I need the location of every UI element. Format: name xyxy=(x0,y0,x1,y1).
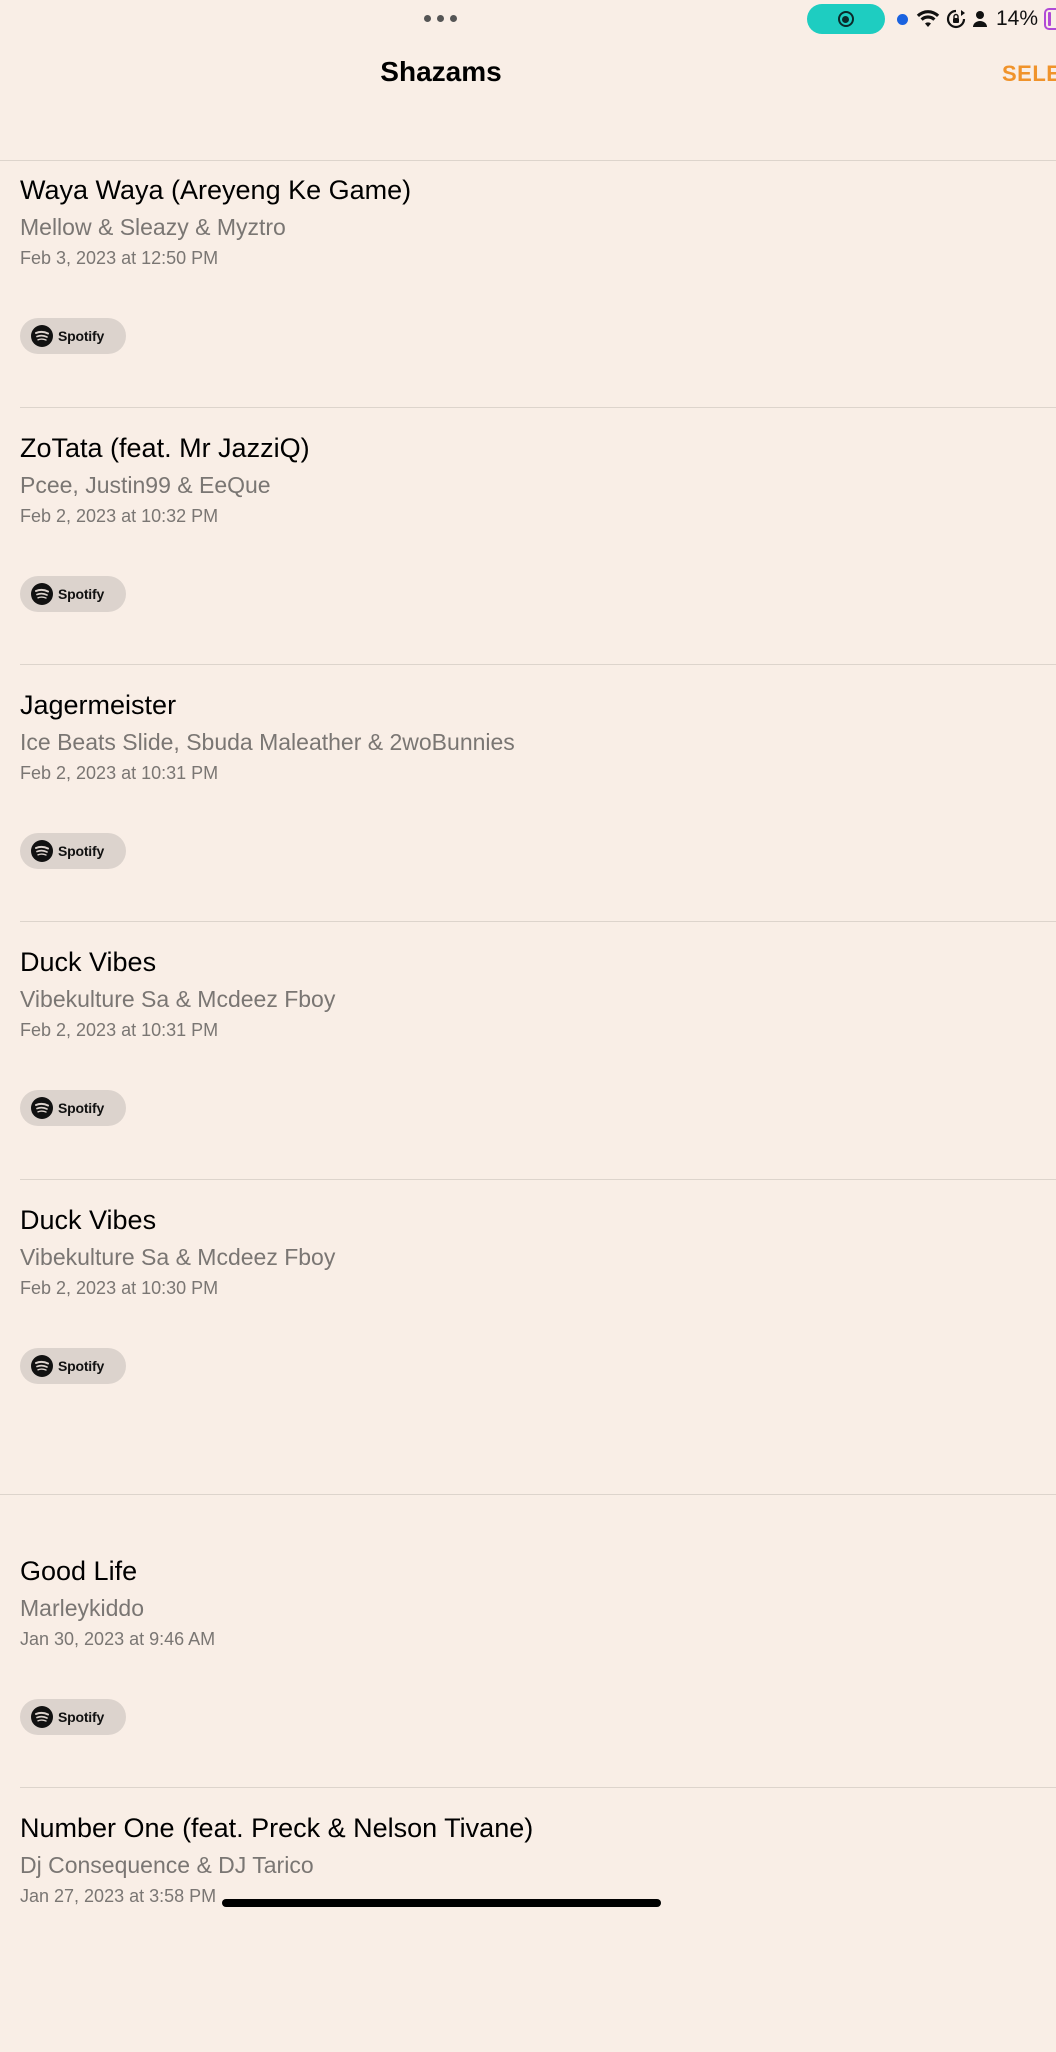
song-artist: Dj Consequence & DJ Tarico xyxy=(20,1852,314,1878)
song-title: Duck Vibes xyxy=(20,1205,157,1235)
section-divider xyxy=(0,1494,1056,1495)
spotify-label: Spotify xyxy=(58,586,105,602)
spotify-icon xyxy=(31,840,53,862)
spotify-label: Spotify xyxy=(58,1100,105,1116)
song-artist: Vibekulture Sa & Mcdeez Fboy xyxy=(20,986,336,1012)
divider xyxy=(20,1787,1056,1788)
spotify-icon xyxy=(31,1355,53,1377)
battery-icon xyxy=(1044,8,1056,30)
divider xyxy=(20,407,1056,408)
song-date: Feb 2, 2023 at 10:31 PM xyxy=(20,1020,219,1040)
song-artist: Vibekulture Sa & Mcdeez Fboy xyxy=(20,1244,336,1270)
orientation-lock-icon xyxy=(946,9,966,29)
divider xyxy=(20,921,1056,922)
person-icon xyxy=(972,10,988,28)
song-list-item[interactable]: Waya Waya (Areyeng Ke Game) Mellow & Sle… xyxy=(20,174,1056,414)
spotify-button[interactable]: Spotify xyxy=(20,1090,126,1126)
battery-percentage: 14% xyxy=(995,7,1038,30)
home-indicator[interactable] xyxy=(222,1899,661,1907)
song-title: Good Life xyxy=(20,1556,138,1586)
song-list-item[interactable]: Good Life Marleykiddo Jan 30, 2023 at 9:… xyxy=(20,1555,1056,1795)
status-bar: 14% xyxy=(0,0,1056,40)
spotify-icon xyxy=(31,1097,53,1119)
song-title: Duck Vibes xyxy=(20,947,157,977)
song-title: Number One (feat. Preck & Nelson Tivane) xyxy=(20,1813,534,1843)
song-list-item[interactable]: Duck Vibes Vibekulture Sa & Mcdeez Fboy … xyxy=(20,1204,1056,1444)
song-list-item[interactable]: Jagermeister Ice Beats Slide, Sbuda Male… xyxy=(20,689,1056,929)
screen-recording-indicator[interactable] xyxy=(806,4,885,34)
song-list-item[interactable]: Number One (feat. Preck & Nelson Tivane)… xyxy=(20,1812,1056,2052)
song-date: Feb 3, 2023 at 12:50 PM xyxy=(20,248,219,268)
spotify-label: Spotify xyxy=(58,328,105,344)
spotify-button[interactable]: Spotify xyxy=(20,833,126,869)
spotify-label: Spotify xyxy=(58,1709,105,1725)
song-title: Jagermeister xyxy=(20,690,177,720)
spotify-icon xyxy=(31,583,53,605)
song-list-item[interactable]: Duck Vibes Vibekulture Sa & Mcdeez Fboy … xyxy=(20,946,1056,1186)
song-date: Jan 27, 2023 at 3:58 PM xyxy=(20,1886,217,1906)
spotify-icon xyxy=(31,325,53,347)
spotify-button[interactable]: Spotify xyxy=(20,1348,126,1384)
song-list-item[interactable]: ZoTata (feat. Mr JazziQ) Pcee, Justin99 … xyxy=(20,432,1056,672)
spotify-label: Spotify xyxy=(58,1358,105,1374)
camera-in-use-dot-icon xyxy=(896,13,908,25)
song-title: ZoTata (feat. Mr JazziQ) xyxy=(20,433,310,463)
song-date: Feb 2, 2023 at 10:31 PM xyxy=(20,763,219,783)
song-title: Waya Waya (Areyeng Ke Game) xyxy=(20,175,412,205)
record-icon xyxy=(837,11,854,27)
multitasking-dots-icon[interactable] xyxy=(424,15,457,22)
status-icons: 14% xyxy=(806,4,1056,34)
song-date: Feb 2, 2023 at 10:30 PM xyxy=(20,1278,219,1298)
divider xyxy=(20,664,1056,665)
spotify-label: Spotify xyxy=(58,843,105,859)
spotify-button[interactable]: Spotify xyxy=(20,318,126,354)
song-artist: Mellow & Sleazy & Myztro xyxy=(20,214,286,240)
spotify-button[interactable]: Spotify xyxy=(20,576,126,612)
spotify-icon xyxy=(31,1706,53,1728)
select-button[interactable]: SELE xyxy=(1002,61,1056,87)
song-artist: Pcee, Justin99 & EeQue xyxy=(20,472,271,498)
divider xyxy=(0,160,1056,161)
song-date: Jan 30, 2023 at 9:46 AM xyxy=(20,1629,216,1649)
page-title: Shazams xyxy=(380,56,502,87)
song-artist: Ice Beats Slide, Sbuda Maleather & 2woBu… xyxy=(20,729,515,755)
wifi-icon xyxy=(916,9,940,29)
song-date: Feb 2, 2023 at 10:32 PM xyxy=(20,506,219,526)
divider xyxy=(20,1179,1056,1180)
song-artist: Marleykiddo xyxy=(20,1595,144,1621)
spotify-button[interactable]: Spotify xyxy=(20,1699,126,1735)
